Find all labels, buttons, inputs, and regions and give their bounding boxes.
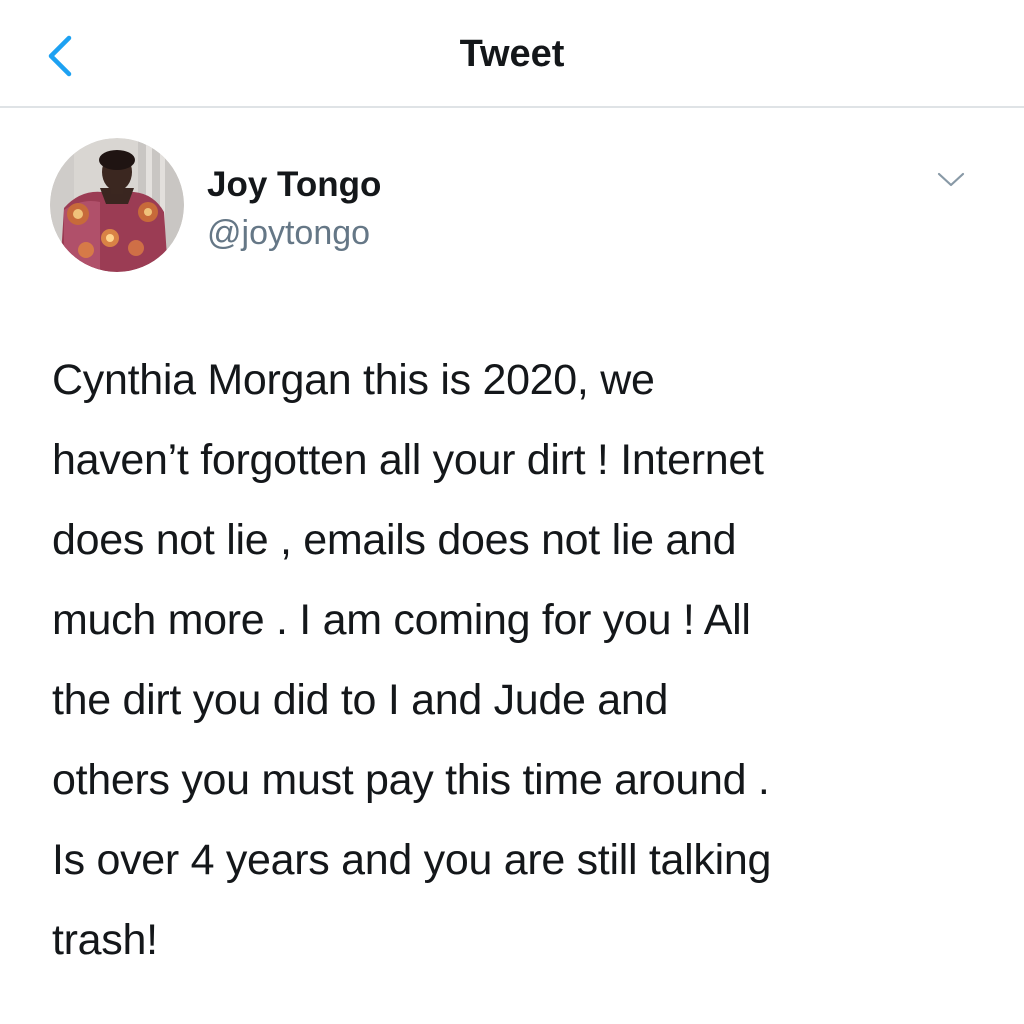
tweet-text-line: much more . I am coming for you ! All — [52, 596, 751, 644]
chevron-down-icon — [937, 172, 965, 187]
tweet-text-line: Cynthia Morgan this is 2020, we — [52, 356, 655, 404]
profile-photo — [50, 138, 184, 272]
tweet-text-line: the dirt you did to I and Jude and — [52, 676, 669, 724]
tweet-menu-button[interactable] — [926, 160, 976, 200]
tweet-text-line: Is over 4 years and you are still talkin… — [52, 836, 772, 884]
page-title: Tweet — [459, 33, 565, 75]
tweet-text: Cynthia Morgan this is 2020, we haven’t … — [52, 340, 1012, 980]
tweet-text-line: trash! — [52, 916, 158, 964]
author-handle[interactable]: @joytongo — [207, 212, 370, 254]
tweet-text-line: does not lie , emails does not lie and — [52, 516, 737, 564]
avatar[interactable] — [50, 138, 184, 272]
tweet-text-line: others you must pay this time around . — [52, 756, 770, 804]
author-name[interactable]: Joy Tongo — [207, 164, 381, 206]
top-navigation-bar: Tweet — [0, 0, 1024, 108]
tweet-detail-screen: Tweet Joy Tongo @joytongo Cynthia Morgan… — [0, 0, 1024, 1024]
tweet-author: Joy Tongo @joytongo — [50, 138, 990, 278]
tweet-text-line: haven’t forgotten all your dirt ! Intern… — [52, 436, 764, 484]
